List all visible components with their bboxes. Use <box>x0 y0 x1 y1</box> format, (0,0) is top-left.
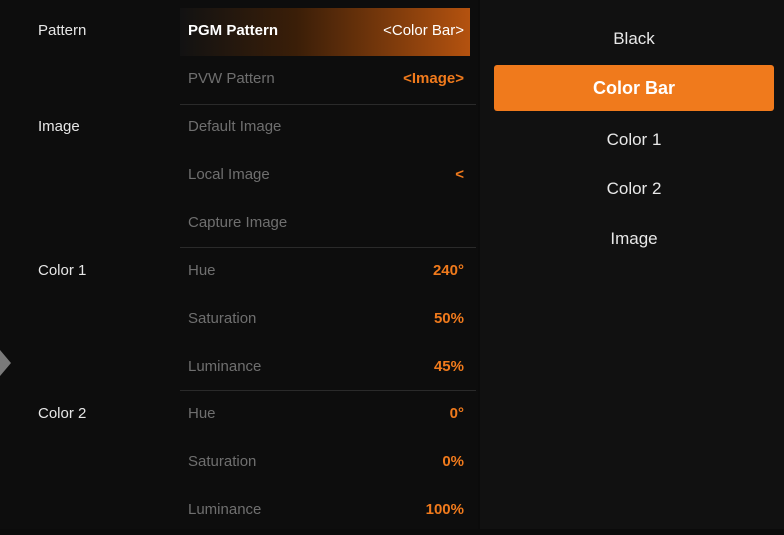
default-image-row[interactable]: Default Image <box>180 104 470 152</box>
capture-image-label: Capture Image <box>188 214 288 231</box>
option-color-2[interactable]: Color 2 <box>494 166 774 212</box>
local-image-value: < <box>455 166 464 183</box>
color2-saturation-value: 0% <box>442 453 464 470</box>
option-image[interactable]: Image <box>494 216 774 262</box>
local-image-label: Local Image <box>188 166 270 183</box>
default-image-label: Default Image <box>188 118 282 135</box>
color1-hue-label: Hue <box>188 262 216 279</box>
section-color2-label: Color 2 <box>38 405 87 422</box>
section-pattern-label: Pattern <box>38 22 87 39</box>
section-image-label: Image <box>38 118 80 135</box>
pvw-pattern-value: <Image> <box>403 70 464 87</box>
color1-saturation-value: 50% <box>433 310 464 327</box>
section-color1-label: Color 1 <box>38 262 87 279</box>
color1-saturation-label: Saturation <box>188 310 257 327</box>
color2-luminance-label: Luminance <box>188 501 262 518</box>
option-black[interactable]: Black <box>494 16 774 62</box>
capture-image-row[interactable]: Capture Image <box>180 200 470 248</box>
color2-hue-label: Hue <box>188 405 216 422</box>
color2-hue-value: 0° <box>449 405 464 422</box>
chevron-right-icon[interactable] <box>0 350 11 376</box>
color1-hue-row[interactable]: Hue 240° <box>180 248 470 296</box>
color2-luminance-row[interactable]: Luminance 100% <box>180 487 470 535</box>
option-color-1[interactable]: Color 1 <box>494 117 774 163</box>
option-color-bar[interactable]: Color Bar <box>494 65 774 111</box>
color1-saturation-row[interactable]: Saturation 50% <box>180 296 470 344</box>
color2-saturation-row[interactable]: Saturation 0% <box>180 439 470 487</box>
color1-luminance-value: 45% <box>433 358 464 375</box>
color1-luminance-label: Luminance <box>188 358 262 375</box>
pvw-pattern-row[interactable]: PVW Pattern <Image> <box>180 56 470 104</box>
color2-saturation-label: Saturation <box>188 453 257 470</box>
pgm-pattern-row[interactable]: PGM Pattern <Color Bar> <box>180 8 470 56</box>
pgm-pattern-label: PGM Pattern <box>188 22 279 39</box>
pgm-pattern-value: <Color Bar> <box>383 22 464 39</box>
color2-luminance-value: 100% <box>425 501 464 518</box>
local-image-row[interactable]: Local Image < <box>180 152 470 200</box>
pvw-pattern-label: PVW Pattern <box>188 70 275 87</box>
color1-luminance-row[interactable]: Luminance 45% <box>180 344 470 392</box>
color2-hue-row[interactable]: Hue 0° <box>180 391 470 439</box>
color1-hue-value: 240° <box>432 262 464 279</box>
